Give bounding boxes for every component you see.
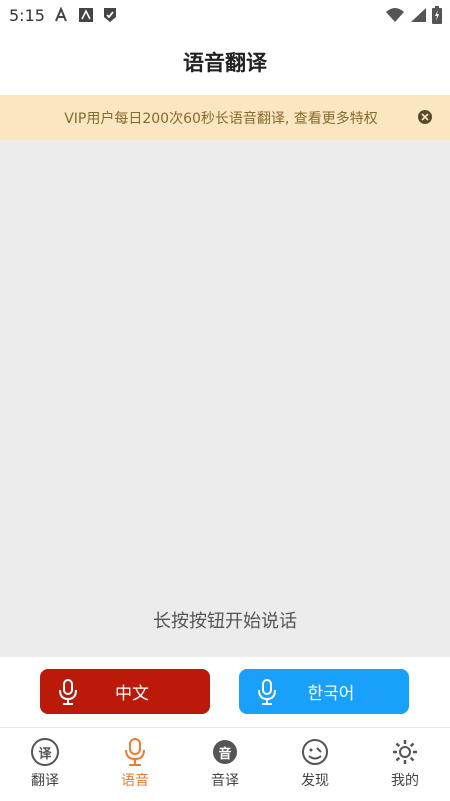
vip-banner[interactable]: VIP用户每日200次60秒长语音翻译, 查看更多特权 [0, 95, 450, 140]
title-bar: 语音翻译 [0, 30, 450, 94]
tab-discover[interactable]: 发现 [270, 728, 360, 801]
tab-voice[interactable]: 语音 [90, 728, 180, 801]
status-time: 5:15 [9, 5, 45, 25]
microphone-icon [58, 679, 78, 710]
tab-translate-label: 翻译 [31, 773, 59, 789]
signal-icon [410, 7, 426, 27]
status-bar: 5:15 [0, 0, 450, 30]
speak-chinese-button[interactable]: 中文 [40, 669, 210, 714]
vip-banner-text[interactable]: VIP用户每日200次60秒长语音翻译, 查看更多特权 [64, 108, 378, 128]
microphone-icon [257, 679, 277, 710]
tab-discover-label: 发现 [301, 773, 329, 789]
translate-icon: 译 [31, 738, 59, 766]
close-icon[interactable] [418, 110, 432, 124]
tab-transliterate[interactable]: 音 音译 [180, 728, 270, 801]
transliterate-icon: 音 [213, 738, 237, 766]
tab-transliterate-label: 音译 [211, 773, 239, 789]
transliterate-glyph: 音 [213, 740, 237, 764]
wifi-icon [386, 7, 404, 27]
letter-a-icon [78, 8, 93, 22]
page-title: 语音翻译 [183, 51, 267, 75]
speak-korean-button[interactable]: 한국어 [239, 669, 409, 714]
language-button-row: 中文 한국어 [0, 657, 450, 727]
shield-check-icon [102, 7, 118, 23]
tab-translate[interactable]: 译 翻译 [0, 728, 90, 801]
discover-icon [301, 738, 329, 766]
tab-mine-label: 我的 [391, 773, 419, 789]
tab-mine[interactable]: 我的 [360, 728, 450, 801]
bottom-tab-bar: 译 翻译 语音 音 音译 发现 我的 [0, 727, 450, 801]
translate-glyph: 译 [31, 738, 59, 766]
font-icon [54, 7, 70, 23]
tab-voice-label: 语音 [121, 773, 149, 789]
settings-icon [391, 738, 419, 766]
battery-icon [432, 6, 442, 28]
hold-to-speak-hint: 长按按钮开始说话 [153, 611, 297, 632]
conversation-area: 长按按钮开始说话 [0, 140, 450, 657]
microphone-icon [123, 738, 147, 766]
